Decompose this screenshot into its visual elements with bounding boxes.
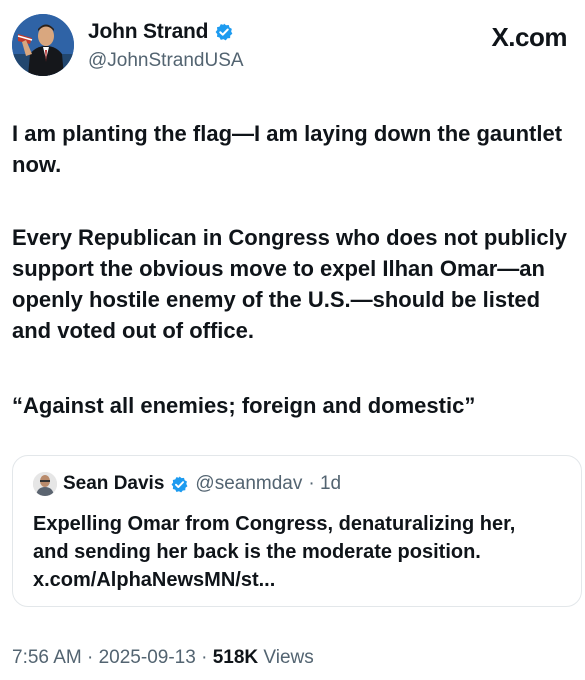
meta-separator: · [87, 647, 94, 668]
verified-badge-icon [170, 475, 189, 494]
meta-separator: · [201, 647, 208, 668]
profile-photo-icon [12, 14, 74, 76]
quoted-tweet-age: · 1d [308, 473, 342, 494]
tweet-header: John Strand @JohnStrandUSA X.com [12, 10, 575, 80]
quoted-tweet-header: Sean Davis @seanmdav · 1d [33, 472, 341, 496]
quoted-author-name[interactable]: Sean Davis [63, 473, 164, 495]
tweet-date[interactable]: 2025-09-13 [99, 647, 196, 668]
brand-watermark: X.com [491, 22, 567, 52]
tweet-time[interactable]: 7:56 AM [12, 647, 82, 668]
quoted-author-handle[interactable]: @seanmdav [195, 473, 302, 495]
quoted-tweet[interactable]: Sean Davis @seanmdav · 1d Expelling Omar… [12, 455, 582, 607]
quoted-author-avatar[interactable] [33, 472, 57, 496]
views-count: 518K [212, 647, 259, 668]
tweet-paragraph: I am planting the flag—I am laying down … [12, 121, 563, 177]
views-label: Views [263, 647, 314, 668]
quoted-tweet-text: Expelling Omar from Congress, denaturali… [33, 513, 516, 591]
verified-badge-icon [214, 22, 234, 42]
author-avatar[interactable] [12, 14, 74, 76]
tweet-paragraph: “Against all enemies; foreign and domest… [12, 393, 476, 418]
author-handle[interactable]: @JohnStrandUSA [88, 50, 244, 72]
author-name[interactable]: John Strand [88, 20, 209, 44]
tweet-paragraph: Every Republican in Congress who does no… [12, 225, 567, 343]
tweet-meta: 7:56 AM · 2025-09-13 · 518K Views [12, 647, 314, 669]
profile-photo-icon [33, 472, 57, 496]
